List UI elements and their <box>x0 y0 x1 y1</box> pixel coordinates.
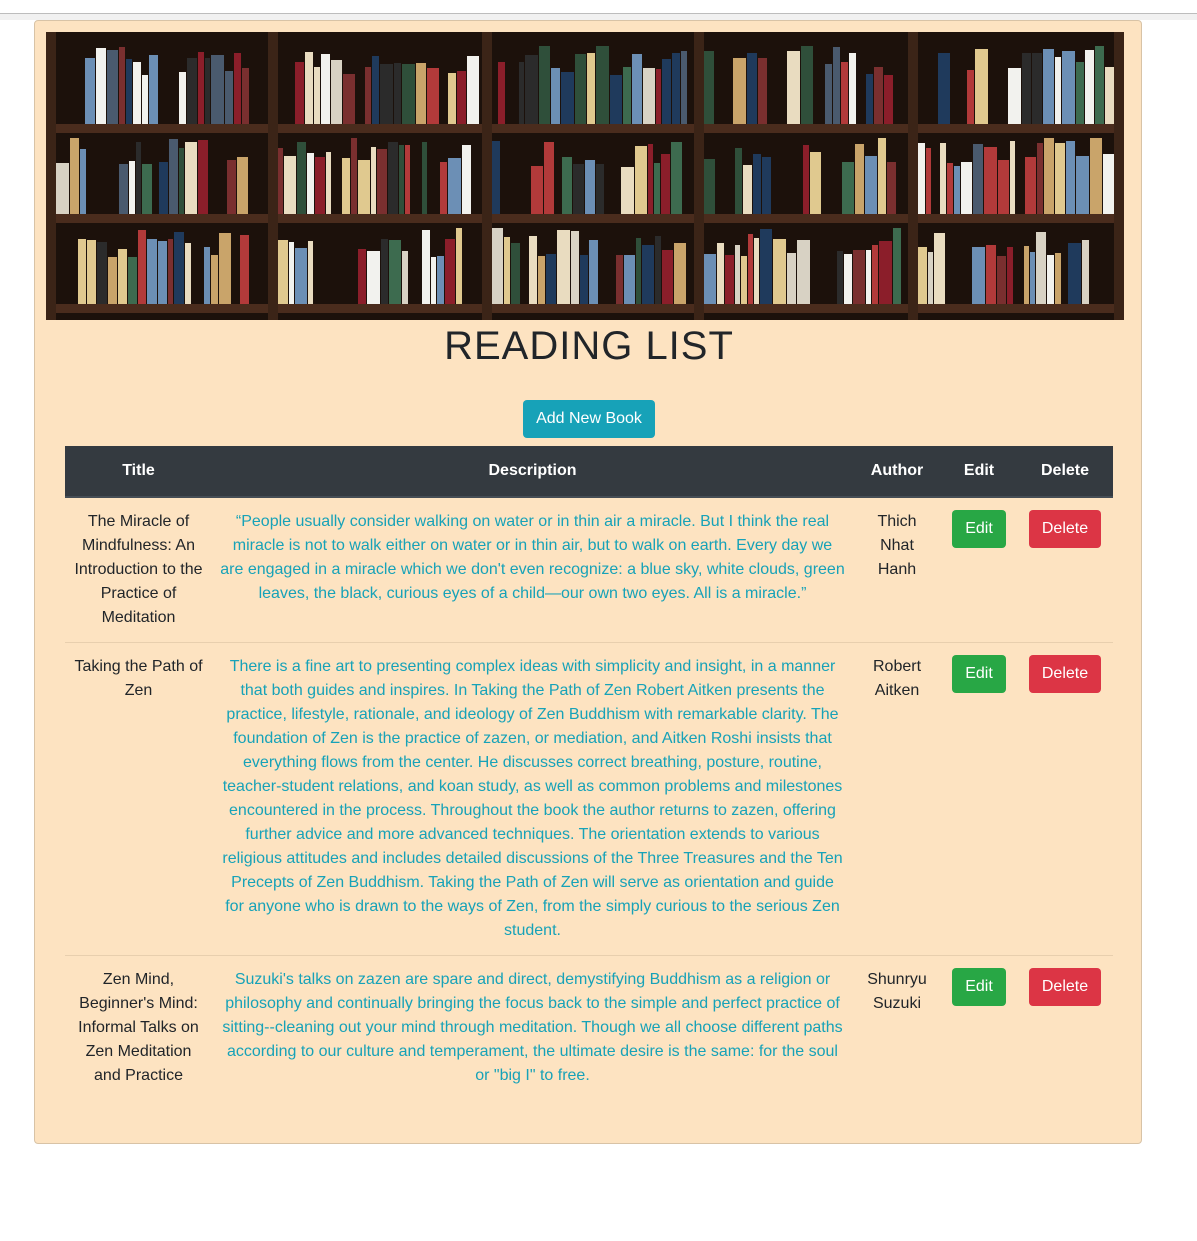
books-table: Title Description Author Edit Delete The… <box>65 446 1113 1101</box>
table-header: Title Description Author Edit Delete <box>65 446 1113 498</box>
table-row: The Miracle of Mindfulness: An Introduct… <box>65 497 1113 643</box>
book-title: The Miracle of Mindfulness: An Introduct… <box>74 513 203 626</box>
column-header-author: Author <box>853 446 941 498</box>
bookshelf-banner-image <box>46 32 1124 320</box>
book-description: There is a fine art to presenting comple… <box>212 642 853 956</box>
book-title: Taking the Path of Zen <box>65 642 212 956</box>
book-author: Thich Nhat Hanh <box>877 513 917 578</box>
table-row: Taking the Path of Zen There is a fine a… <box>65 642 1113 956</box>
column-header-delete: Delete <box>1017 446 1113 498</box>
delete-button[interactable]: Delete <box>1028 655 1102 693</box>
edit-button[interactable]: Edit <box>952 510 1006 548</box>
column-header-title: Title <box>65 446 212 498</box>
book-title: Zen Mind, Beginner's Mind: Informal Talk… <box>65 955 212 1101</box>
edit-button[interactable]: Edit <box>952 655 1006 693</box>
table-row: Zen Mind, Beginner's Mind: Informal Talk… <box>65 955 1113 1101</box>
column-header-edit: Edit <box>941 446 1017 498</box>
add-new-book-button[interactable]: Add New Book <box>523 400 655 438</box>
delete-button[interactable]: Delete <box>1028 968 1102 1006</box>
delete-button[interactable]: Delete <box>1028 510 1102 548</box>
edit-button[interactable]: Edit <box>952 968 1006 1006</box>
column-header-description: Description <box>212 446 853 498</box>
bookshelf-illustration <box>46 32 1124 320</box>
book-author: Shunryu Suzuki <box>853 955 941 1101</box>
browser-top-edge <box>0 13 1197 20</box>
book-description: Suzuki's talks on zazen are spare and di… <box>212 955 853 1101</box>
reading-list-card: READING LIST Add New Book Title Descript… <box>34 20 1142 1144</box>
page-title: READING LIST <box>444 324 734 368</box>
book-author: Robert Aitken <box>853 642 941 956</box>
book-description: “People usually consider walking on wate… <box>220 513 845 602</box>
